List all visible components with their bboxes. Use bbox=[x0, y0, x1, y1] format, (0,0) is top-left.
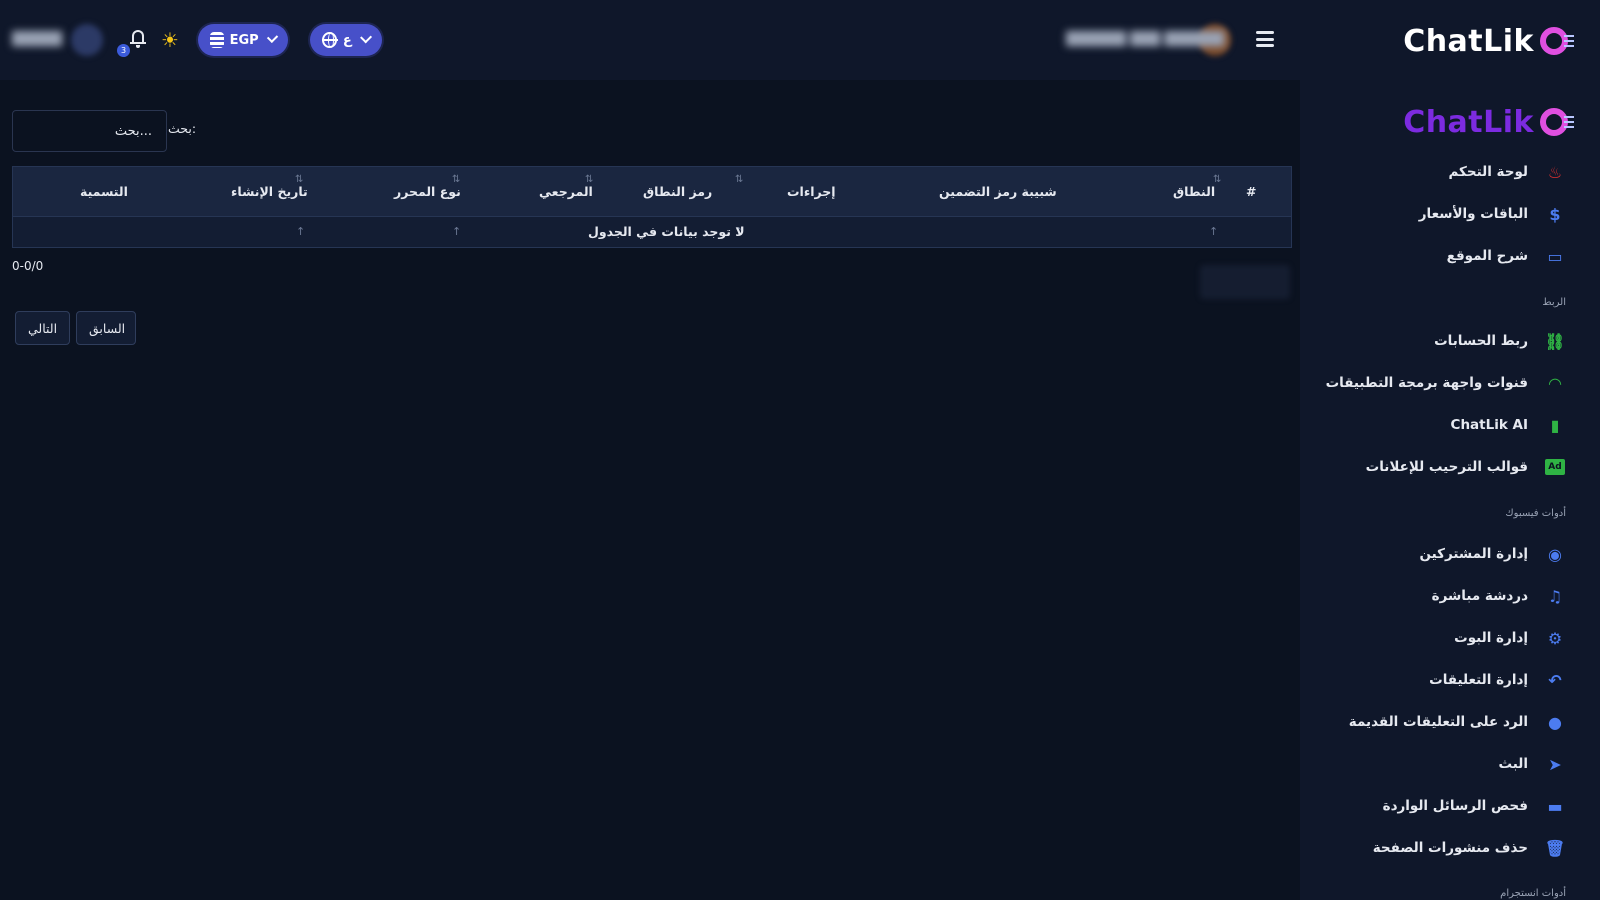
sidebar-item-subscribers[interactable]: إدارة المشتركين ◉ bbox=[1300, 534, 1600, 574]
sidebar-item-bot-management[interactable]: إدارة البوت ⚙ bbox=[1300, 618, 1600, 658]
column-header-created-at[interactable]: تاريخ الإنشاء bbox=[231, 167, 308, 217]
globe-icon bbox=[322, 32, 338, 48]
user-avatar[interactable] bbox=[71, 24, 103, 56]
sidebar-item-label: ChatLik AI bbox=[1450, 417, 1528, 433]
column-header-label[interactable]: التسمية bbox=[80, 167, 128, 217]
column-header-domain-code[interactable]: رمز النطاق bbox=[643, 167, 712, 217]
chevron-down-icon bbox=[266, 31, 279, 44]
sidebar-item-delete-page-posts[interactable]: حذف منشورات الصفحة 🗑 bbox=[1300, 828, 1600, 868]
brand-name: ChatLik bbox=[1403, 24, 1534, 59]
headset-icon: ♫ bbox=[1547, 586, 1563, 606]
sidebar-item-label: قوالب الترحيب للإعلانات bbox=[1365, 459, 1528, 475]
user-circle-icon: ◉ bbox=[1548, 544, 1562, 564]
chip-icon: ▮ bbox=[1550, 415, 1560, 435]
sidebar-item-chatlik-ai[interactable]: ChatLik AI ▮ bbox=[1300, 405, 1600, 445]
section-title-facebook-tools: أدوات فيسبوك bbox=[1505, 508, 1566, 519]
sidebar-item-label: البث bbox=[1498, 756, 1529, 772]
sidebar-item-label: ربط الحسابات bbox=[1434, 333, 1528, 349]
link-icon: ⛓ bbox=[1544, 331, 1566, 351]
column-header-domain[interactable]: النطاق bbox=[1173, 167, 1215, 217]
page-name-blurred: ██████ ███ ██████ bbox=[1066, 32, 1225, 47]
ad-icon: Ad bbox=[1544, 456, 1566, 478]
currency-label: EGP bbox=[229, 32, 259, 48]
chevron-down-icon bbox=[359, 31, 372, 44]
section-title-instagram-tools: أدوات انستجرام bbox=[1500, 888, 1566, 899]
brand-logo[interactable]: ChatLik bbox=[1403, 24, 1574, 59]
sort-indicator-icon: ↑ bbox=[296, 225, 306, 238]
previous-page-button[interactable]: السابق bbox=[76, 311, 136, 345]
column-header-referrer[interactable]: المرجعي bbox=[539, 167, 593, 217]
column-header-editor-type[interactable]: نوع المحرر bbox=[394, 167, 461, 217]
sidebar-item-pricing[interactable]: الباقات والأسعار $ bbox=[1300, 194, 1600, 234]
sidebar-item-tutorial[interactable]: شرح الموقع ▭ bbox=[1300, 236, 1600, 276]
sidebar-item-label: لوحة التحكم bbox=[1448, 164, 1528, 180]
theme-toggle-sun-icon[interactable]: ☀ bbox=[161, 30, 179, 50]
sidebar-item-api-channels[interactable]: قنوات واجهة برمجة التطبيقات ◠ bbox=[1300, 363, 1600, 403]
sidebar-item-label: إدارة البوت bbox=[1454, 630, 1528, 646]
column-header-index[interactable]: # bbox=[1246, 167, 1256, 217]
sidebar: ChatLik لوحة التحكم ♨ الباقات والأسعار $… bbox=[1300, 80, 1600, 900]
currency-dropdown[interactable]: EGP bbox=[198, 24, 288, 56]
next-page-button[interactable]: التالي bbox=[15, 311, 70, 345]
dollar-icon: $ bbox=[1549, 204, 1561, 224]
table-info: 0-0/0 bbox=[12, 259, 44, 273]
sidebar-item-dashboard[interactable]: لوحة التحكم ♨ bbox=[1300, 152, 1600, 192]
blurred-controls bbox=[1200, 265, 1290, 299]
sidebar-brand-name: ChatLik bbox=[1403, 105, 1534, 140]
logo-mark-icon bbox=[1540, 107, 1574, 138]
sidebar-item-ad-welcome-templates[interactable]: قوالب الترحيب للإعلانات Ad bbox=[1300, 447, 1600, 487]
sidebar-item-label: شرح الموقع bbox=[1446, 248, 1528, 264]
fire-icon: ♨ bbox=[1547, 162, 1563, 182]
sidebar-item-label: الباقات والأسعار bbox=[1418, 206, 1528, 222]
sort-icon: ⇅ bbox=[735, 174, 744, 185]
search-input[interactable] bbox=[12, 110, 167, 152]
section-title-linking: الربط bbox=[1542, 297, 1566, 308]
sidebar-item-reply-old-comments[interactable]: الرد على التعليقات القديمة ● bbox=[1300, 702, 1600, 742]
wifi-icon: ◠ bbox=[1548, 373, 1562, 393]
data-table: # النطاق ⇅ شبيبة رمز التضمين إجراءات ⇅ ر… bbox=[12, 166, 1292, 248]
sidebar-item-label: إدارة التعليقات bbox=[1429, 672, 1528, 688]
sidebar-item-inbox-check[interactable]: فحص الرسائل الواردة ▬ bbox=[1300, 786, 1600, 826]
table-row: ↑ ↑ لا توجد بيانات في الجدول ↑ ↑ bbox=[13, 217, 1291, 247]
language-dropdown[interactable]: ع bbox=[310, 24, 382, 56]
sort-indicator-icon: ↑ bbox=[452, 225, 462, 238]
coins-icon bbox=[210, 32, 224, 48]
inbox-icon: ▬ bbox=[1547, 796, 1563, 816]
sidebar-item-label: قنوات واجهة برمجة التطبيقات bbox=[1325, 375, 1528, 391]
sidebar-item-link-accounts[interactable]: ربط الحسابات ⛓ bbox=[1300, 321, 1600, 361]
sort-icon: ⇅ bbox=[1213, 174, 1222, 185]
trash-icon: 🗑 bbox=[1544, 838, 1566, 858]
sidebar-item-label: إدارة المشتركين bbox=[1419, 546, 1528, 562]
paper-plane-icon: ➤ bbox=[1548, 754, 1562, 774]
column-header-actions: إجراءات bbox=[787, 184, 836, 199]
menu-toggle-button[interactable] bbox=[1256, 31, 1274, 47]
sidebar-item-comments-management[interactable]: إدارة التعليقات ↶ bbox=[1300, 660, 1600, 700]
sidebar-item-label: حذف منشورات الصفحة bbox=[1372, 840, 1528, 856]
notification-bell-icon[interactable] bbox=[130, 30, 146, 48]
robot-icon: ⚙ bbox=[1547, 628, 1563, 648]
comment-dots-icon: ● bbox=[1548, 712, 1562, 732]
sidebar-item-live-chat[interactable]: دردشة مباشرة ♫ bbox=[1300, 576, 1600, 616]
table-header: # النطاق ⇅ شبيبة رمز التضمين إجراءات ⇅ ر… bbox=[13, 167, 1291, 217]
sidebar-item-label: الرد على التعليقات القديمة bbox=[1348, 714, 1528, 730]
sidebar-item-label: فحص الرسائل الواردة bbox=[1382, 798, 1528, 814]
presentation-icon: ▭ bbox=[1547, 246, 1563, 266]
user-name-blurred: █████ bbox=[12, 32, 62, 47]
notification-badge: 3 bbox=[117, 44, 130, 57]
empty-table-message: لا توجد بيانات في الجدول bbox=[588, 224, 745, 239]
search-label: بحث: bbox=[168, 121, 197, 136]
logo-mark-icon bbox=[1540, 26, 1574, 57]
column-header-embed-token[interactable]: شبيبة رمز التضمين bbox=[939, 167, 1057, 217]
top-bar: ChatLik ██████ ███ ██████ ع EGP ☀ 3 ████… bbox=[0, 0, 1600, 80]
sidebar-brand-logo[interactable]: ChatLik bbox=[1403, 105, 1574, 140]
reply-all-icon: ↶ bbox=[1548, 670, 1562, 690]
sidebar-item-broadcast[interactable]: البث ➤ bbox=[1300, 744, 1600, 784]
sidebar-item-label: دردشة مباشرة bbox=[1431, 588, 1528, 604]
language-label: ع bbox=[342, 32, 352, 48]
sort-indicator-icon: ↑ bbox=[1209, 225, 1219, 238]
